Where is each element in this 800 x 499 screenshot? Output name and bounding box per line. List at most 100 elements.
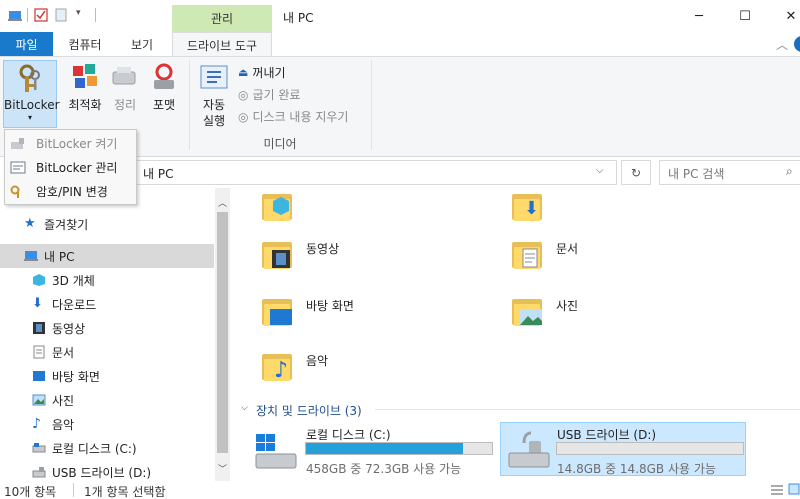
navigation-pane: ★ 즐겨찾기 내 PC 3D 개체 ⬇ 다운로드 동영상 문서 바탕 화면 사진…	[0, 188, 230, 481]
menu-label: BitLocker 관리	[36, 161, 118, 175]
tab-file[interactable]: 파일	[0, 32, 53, 56]
drive-usage-bar	[556, 442, 744, 455]
status-separator	[73, 483, 74, 497]
chevron-down-icon[interactable]: ⌵	[596, 165, 604, 176]
autoplay-label-1: 자동	[202, 98, 226, 112]
bitlocker-keys-icon	[19, 64, 40, 92]
drive-usage-fill	[306, 443, 463, 454]
tab-view[interactable]: 보기	[118, 32, 166, 56]
nav-desktop[interactable]: 바탕 화면	[0, 364, 214, 388]
erase-disc-label: 디스크 내용 지우기	[252, 110, 349, 124]
folder-desktop-icon[interactable]	[262, 295, 294, 327]
folder-videos-icon[interactable]	[262, 238, 294, 270]
drive-lock-icon	[11, 137, 24, 149]
close-button[interactable]: ✕	[768, 0, 800, 32]
window-title: 내 PC	[283, 11, 314, 25]
optimize-icon	[73, 64, 97, 88]
autoplay-button[interactable]: 자동 실행	[196, 62, 232, 128]
download-icon: ⬇	[32, 296, 43, 311]
folder-pictures-icon[interactable]	[512, 295, 544, 327]
drive-detail: 458GB 중 72.3GB 사용 가능	[306, 462, 462, 476]
nav-this-pc[interactable]: 내 PC	[0, 244, 214, 268]
menu-label: BitLocker 켜기	[36, 137, 118, 151]
check-icon[interactable]	[34, 7, 48, 23]
nav-label: 사진	[52, 393, 75, 408]
minimize-button[interactable]: ─	[676, 0, 722, 32]
autoplay-icon	[200, 65, 228, 89]
nav-label: 음악	[52, 417, 75, 432]
refresh-button[interactable]: ↻	[621, 160, 651, 185]
format-button[interactable]: 포맷	[147, 62, 181, 122]
chevron-up-icon[interactable]: ︿	[776, 36, 790, 52]
format-icon	[154, 63, 174, 89]
eject-button[interactable]: ⏏ 꺼내기	[238, 64, 286, 81]
erase-disc-button[interactable]: ◎ 디스크 내용 지우기	[238, 108, 348, 125]
drive-d-tile[interactable]: USB 드라이브 (D:) 14.8GB 중 14.8GB 사용 가능	[500, 422, 746, 476]
details-view-icon[interactable]	[770, 484, 784, 496]
status-bar: 10개 항목 1개 항목 선택함	[0, 481, 800, 499]
nav-documents[interactable]: 문서	[0, 340, 214, 364]
menu-item-change-pin[interactable]: 암호/PIN 변경	[5, 180, 136, 203]
folder-documents-label[interactable]: 문서	[556, 240, 578, 257]
folder-documents-icon[interactable]	[512, 238, 544, 270]
large-icons-view-icon[interactable]	[788, 483, 800, 495]
autoplay-label-2: 실행	[202, 114, 226, 128]
maximize-button[interactable]: ☐	[722, 0, 768, 32]
drive-usage-bar	[305, 442, 493, 455]
bitlocker-button[interactable]: BitLocker ▾	[3, 60, 60, 128]
nav-quick-access[interactable]: ★ 즐겨찾기	[0, 212, 214, 236]
title-bar: ▾ 관리 내 PC ─ ☐ ✕	[0, 0, 800, 32]
folder-videos-label[interactable]: 동영상	[306, 240, 339, 257]
scroll-up-icon[interactable]: ︿	[218, 196, 227, 209]
drive-detail: 14.8GB 중 14.8GB 사용 가능	[557, 462, 716, 476]
finalize-button[interactable]: ◎ 굽기 완료	[238, 86, 300, 103]
folder-desktop-label[interactable]: 바탕 화면	[306, 297, 354, 314]
folder-pictures-label[interactable]: 사진	[556, 297, 578, 314]
new-folder-icon[interactable]	[54, 7, 68, 23]
windows-drive-icon	[255, 434, 297, 469]
status-item-count: 10개 항목	[4, 485, 57, 499]
erase-disc-icon: ◎	[238, 109, 249, 124]
cleanup-icon	[112, 67, 136, 85]
nav-local-disk[interactable]: 로컬 디스크 (C:)	[0, 436, 214, 460]
key-icon	[10, 185, 20, 198]
nav-label: 문서	[52, 345, 75, 360]
folder-downloads-icon[interactable]: ⬇	[512, 190, 544, 222]
menu-label: 암호/PIN 변경	[36, 185, 108, 199]
chevron-down-icon: ▾	[27, 113, 32, 122]
status-selected: 1개 항목 선택함	[84, 485, 166, 499]
media-group-label: 미디어	[263, 137, 297, 151]
folder-music-icon[interactable]: ♪	[262, 350, 294, 383]
tab-computer[interactable]: 컴퓨터	[60, 32, 110, 56]
menu-item-bitlocker-manage[interactable]: BitLocker 관리	[5, 156, 136, 179]
nav-downloads[interactable]: ⬇ 다운로드	[0, 292, 214, 316]
disc-icon: ◎	[238, 87, 249, 102]
menu-item-bitlocker-on[interactable]: BitLocker 켜기	[5, 132, 136, 155]
nav-3d-objects[interactable]: 3D 개체	[0, 268, 214, 292]
scroll-down-icon[interactable]: ﹀	[218, 462, 227, 475]
star-icon: ★	[24, 216, 36, 231]
chevron-down-icon[interactable]: ⌵	[241, 403, 248, 413]
optimize-button[interactable]: 최적화	[67, 62, 103, 122]
cube-icon	[33, 274, 45, 286]
eject-icon: ⏏	[238, 66, 249, 79]
nav-pictures[interactable]: 사진	[0, 388, 214, 412]
music-note-icon: ♪	[32, 416, 41, 432]
drives-group-header[interactable]: 장치 및 드라이브 (3)	[256, 402, 362, 419]
help-icon[interactable]: ?	[794, 36, 800, 52]
cleanup-button[interactable]: 정리	[109, 62, 141, 122]
hard-drive-icon	[32, 443, 46, 453]
nav-scrollbar-thumb[interactable]	[217, 212, 228, 453]
properties-icon[interactable]	[8, 7, 22, 23]
nav-music[interactable]: ♪ 음악	[0, 412, 214, 436]
group-divider	[375, 409, 800, 410]
folder-music-label[interactable]: 음악	[306, 352, 328, 369]
folder-3d-objects-icon[interactable]	[262, 190, 294, 222]
document-icon	[33, 345, 45, 359]
customize-arrow-icon[interactable]: ▾	[76, 8, 81, 18]
nav-videos[interactable]: 동영상	[0, 316, 214, 340]
film-icon	[33, 322, 45, 334]
drive-c-tile[interactable]: 로컬 디스크 (C:) 458GB 중 72.3GB 사용 가능	[252, 424, 498, 476]
tab-drive-tools[interactable]: 드라이브 도구	[172, 32, 272, 57]
address-bar[interactable]	[135, 160, 617, 185]
